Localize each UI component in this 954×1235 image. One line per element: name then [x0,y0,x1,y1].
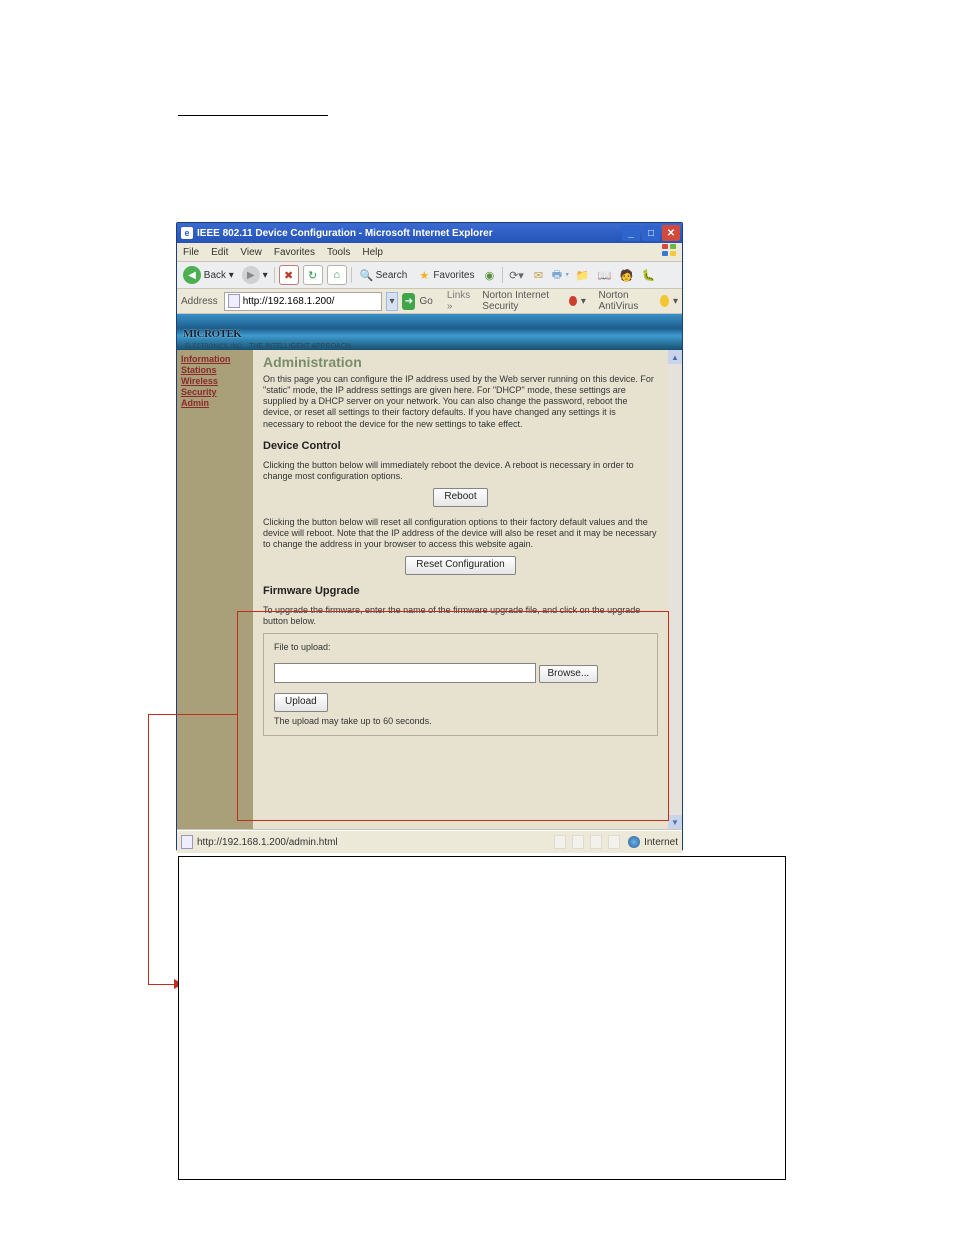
address-label: Address [181,296,220,307]
brand-sub: ELECTRONICS, INC. [183,344,243,350]
internet-zone-label: Internet [644,837,678,848]
menu-view[interactable]: View [240,247,262,258]
sidebar-item-stations[interactable]: Stations [181,365,249,376]
sidebar-item-security[interactable]: Security [181,387,249,398]
menu-bar: File Edit View Favorites Tools Help [177,243,682,262]
sidebar-item-information[interactable]: Information [181,354,249,365]
upload-button[interactable]: Upload [274,693,328,712]
separator [351,267,352,283]
nis-status-icon [569,296,577,306]
firmware-text: To upgrade the firmware, enter the name … [263,605,658,628]
menu-edit[interactable]: Edit [211,247,228,258]
scroll-up-arrow-icon[interactable]: ▲ [668,350,682,364]
scroll-down-arrow-icon[interactable]: ▼ [668,815,682,829]
search-label: Search [376,270,408,281]
address-bar-row: Address http://192.168.1.200/ ▾ ➔ Go Lin… [177,289,682,314]
status-page-icon [181,835,193,849]
minimize-button[interactable]: _ [622,225,640,241]
brand-tagline: THE INTELLIGENT APPROACH [243,343,351,350]
back-label: Back [204,270,226,281]
menu-favorites[interactable]: Favorites [274,247,315,258]
history-icon[interactable]: ⟳▾ [507,266,525,284]
search-icon: 🔍 [358,266,376,284]
forward-arrow-icon: ▶ [242,266,260,284]
brand-banner: MICROTEK ELECTRONICS, INC. THE INTELLIGE… [177,314,682,350]
device-control-title: Device Control [263,440,658,454]
address-input[interactable]: http://192.168.1.200/ [224,292,382,311]
status-url: http://192.168.1.200/admin.html [197,837,338,848]
go-label: Go [419,296,432,307]
research-icon[interactable]: 📖 [595,266,613,284]
messenger-icon[interactable]: 🧑 [617,266,635,284]
home-icon[interactable]: ⌂ [327,265,347,285]
status-bar: http://192.168.1.200/admin.html Internet [177,830,682,853]
sidebar: Information Stations Wireless Security A… [177,350,253,829]
separator [274,267,275,283]
main-panel: Administration On this page you can conf… [253,350,668,829]
page-title: Administration [263,354,658,372]
window-title: IEEE 802.11 Device Configuration - Micro… [197,228,493,239]
firmware-upgrade-title: Firmware Upgrade [263,585,658,599]
browser-window: e IEEE 802.11 Device Configuration - Mic… [176,222,683,851]
back-button[interactable]: ◀ Back ▾ [181,265,236,285]
sidebar-item-admin[interactable]: Admin [181,398,249,409]
admin-intro-text: On this page you can configure the IP ad… [263,374,658,430]
extra-icon[interactable]: 🐛 [639,266,657,284]
toolbar: ◀ Back ▾ ▶ ▾ ✖ ↻ ⌂ 🔍 Search ★ Favorites … [177,262,682,289]
description-panel [178,856,786,1180]
sidebar-item-wireless[interactable]: Wireless [181,376,249,387]
norton-internet-security-label[interactable]: Norton Internet Security [482,290,563,312]
norton-antivirus-label[interactable]: Norton AntiVirus [599,290,654,312]
forward-button[interactable]: ▶ ▾ [240,265,270,285]
window-controls: _ □ ✕ [620,225,680,241]
heading-underline [178,115,328,116]
mail-icon[interactable]: ✉ [529,266,547,284]
menu-tools[interactable]: Tools [327,247,350,258]
reset-text: Clicking the button below will reset all… [263,517,658,551]
media-icon[interactable]: ◉ [480,266,498,284]
status-faded-icons [554,835,620,849]
ie-icon: e [181,227,193,239]
reset-configuration-button[interactable]: Reset Configuration [405,556,515,575]
address-dropdown[interactable]: ▾ [386,292,399,311]
favorites-button[interactable]: ★ Favorites [413,265,476,285]
page-icon [228,294,240,308]
callout-connector-vertical [148,714,149,984]
folder-icon[interactable]: 📁 [573,266,591,284]
reboot-button[interactable]: Reboot [433,488,487,507]
internet-zone-icon [628,836,640,848]
callout-connector-bottom [148,984,176,985]
windows-flag-icon [662,244,678,258]
upload-box: File to upload: Browse... Upload The upl… [263,633,658,736]
go-button[interactable]: ➔ [402,293,415,310]
reboot-text: Clicking the button below will immediate… [263,460,658,483]
search-button[interactable]: 🔍 Search [356,265,410,285]
file-path-input[interactable] [274,663,536,683]
close-button[interactable]: ✕ [662,225,680,241]
menu-file[interactable]: File [183,247,199,258]
menu-help[interactable]: Help [362,247,383,258]
upload-note: The upload may take up to 60 seconds. [274,716,647,727]
browse-button[interactable]: Browse... [539,665,599,684]
stop-icon[interactable]: ✖ [279,265,299,285]
brand-logo: MICROTEK [183,328,241,340]
titlebar: e IEEE 802.11 Device Configuration - Mic… [177,223,682,243]
favorites-star-icon: ★ [415,266,433,284]
document-page: e IEEE 802.11 Device Configuration - Mic… [0,0,954,1235]
file-upload-label: File to upload: [274,642,647,653]
separator [502,267,503,283]
print-icon[interactable]: 🖶 ▾ [551,266,569,284]
maximize-button[interactable]: □ [642,225,660,241]
address-url: http://192.168.1.200/ [243,296,335,307]
vertical-scrollbar[interactable]: ▲ ▼ [668,350,682,829]
links-label[interactable]: Links » [447,290,471,312]
nav-status-icon [660,295,669,307]
refresh-icon[interactable]: ↻ [303,265,323,285]
favorites-label: Favorites [433,270,474,281]
back-arrow-icon: ◀ [183,266,201,284]
callout-connector-top [148,714,237,715]
content-frame: Information Stations Wireless Security A… [177,350,682,830]
